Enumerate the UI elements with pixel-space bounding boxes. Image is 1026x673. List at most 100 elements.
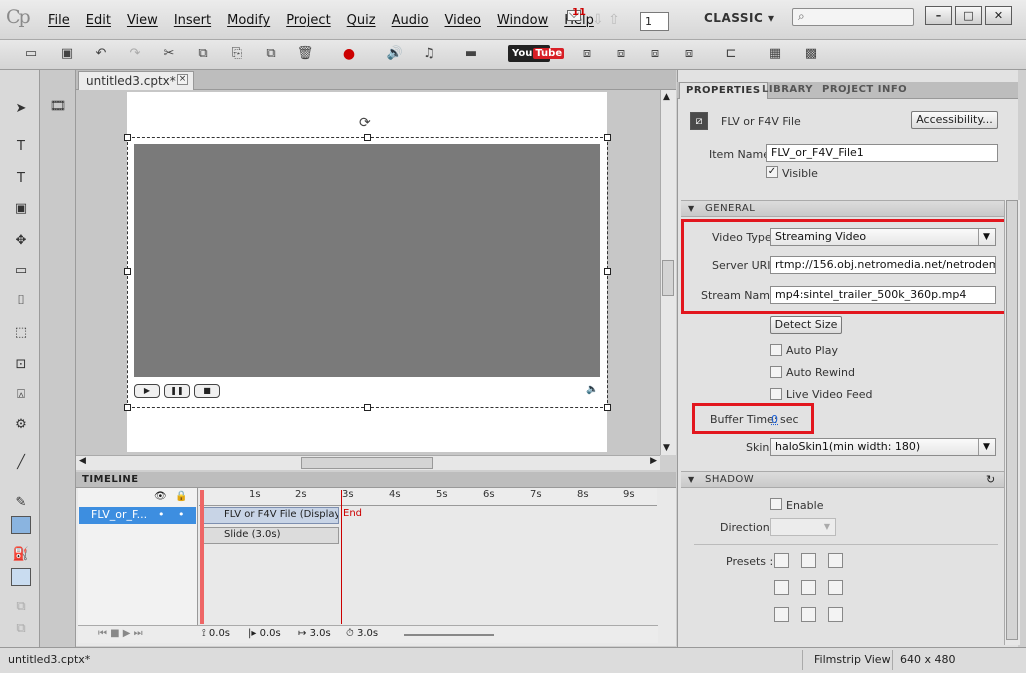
timeline-track-slide[interactable]: Slide (3.0s) [201,527,339,544]
redo-icon[interactable]: ↷ [126,46,144,62]
default-colors-icon[interactable]: ⧉ [11,620,31,638]
scroll-thumb[interactable] [1006,200,1018,640]
preset-swatch[interactable] [801,580,816,595]
open-icon[interactable]: ▭ [22,46,40,62]
rollover-area-icon[interactable]: ⬚ [11,324,31,342]
visible-checkbox[interactable]: ✓ [766,166,778,178]
send-backward-icon[interactable]: ⧈ [612,46,630,62]
page-number-input[interactable]: 1 [640,12,669,31]
properties-scrollbar[interactable] [1004,200,1020,645]
scroll-down-icon[interactable]: ▼ [663,443,670,453]
resize-handle[interactable] [604,404,611,411]
widget-icon[interactable]: ⚙ [11,416,31,434]
workspace-switcher[interactable]: CLASSIC ▾ [704,11,774,25]
resize-handle[interactable] [124,134,131,141]
resize-handle[interactable] [604,268,611,275]
shadow-enable-checkbox[interactable] [770,498,782,510]
scroll-left-icon[interactable]: ◀ [79,456,86,466]
menu-edit[interactable]: Edit [86,13,111,28]
stage-horizontal-scrollbar[interactable]: ◀ ▶ [76,455,660,470]
tab-properties[interactable]: PROPERTIES [679,82,768,99]
menu-video[interactable]: Video [445,13,481,28]
menu-insert[interactable]: Insert [174,13,211,28]
highlight-box-icon[interactable]: ▣ [11,200,31,218]
mouse-icon[interactable]: ⍓ [11,386,31,404]
stage-vertical-scrollbar[interactable]: ▲ ▼ [660,90,676,455]
youtube-button[interactable]: You Tube [508,45,565,62]
auto-play-checkbox[interactable] [770,344,782,356]
search-input[interactable]: ⌕ [792,8,914,26]
nav-arrows-icon[interactable]: ⇩ ⇧ [592,12,620,28]
zoom-area-icon[interactable]: ⊡ [11,356,31,374]
resize-handle[interactable] [604,134,611,141]
selection-tool-icon[interactable]: ➤ [11,100,31,118]
text-entry-icon[interactable]: ⌷ [11,292,31,310]
grid-icon[interactable]: ▦ [766,46,784,62]
swap-icon[interactable]: ⧉ [11,598,31,616]
snap-grid-icon[interactable]: ▩ [802,46,820,62]
general-section-header[interactable]: GENERAL [681,200,1014,217]
menu-project[interactable]: Project [286,13,330,28]
duplicate-icon[interactable]: ⧉ [262,46,280,62]
resize-handle[interactable] [124,268,131,275]
save-icon[interactable]: ▣ [58,46,76,62]
audio-icon[interactable]: 🔊 [386,46,404,62]
live-feed-checkbox[interactable] [770,388,782,400]
paste-icon[interactable]: ⎘ [228,46,246,62]
close-tab-icon[interactable]: × [177,74,188,85]
resize-handle[interactable] [124,404,131,411]
reset-icon[interactable]: ↻ [986,473,995,486]
menu-window[interactable]: Window [497,13,548,28]
copy-icon[interactable]: ⧉ [194,46,212,62]
resize-handle[interactable] [364,134,371,141]
preset-swatch[interactable] [801,553,816,568]
tab-project-info[interactable]: PROJECT INFO [816,82,913,99]
delete-icon[interactable]: 🗑 [296,46,314,62]
lock-icon[interactable]: 🔒 [175,491,187,502]
cut-icon[interactable]: ✂ [160,46,178,62]
scroll-up-icon[interactable]: ▲ [663,92,670,102]
skin-select[interactable]: haloSkin1(min width: 180) ▼ [770,438,996,456]
video-icon[interactable]: ▬ [462,46,480,62]
rollover-caption-icon[interactable]: T [11,170,31,188]
playhead[interactable] [200,490,204,624]
menu-file[interactable]: File [48,13,70,28]
preset-swatch[interactable] [774,580,789,595]
fill-bucket-icon[interactable]: ⛽ [11,546,31,564]
filmstrip-icon[interactable]: 🎞 [48,98,68,116]
preset-swatch[interactable] [828,607,843,622]
restore-button[interactable]: □ [955,6,982,25]
rewind-icon[interactable]: ⏮ ■ ▶ ⏭ [98,628,143,639]
align-icon[interactable]: ⊏ [722,46,740,62]
scroll-right-icon[interactable]: ▶ [650,456,657,466]
accessibility-button[interactable]: Accessibility... [911,111,998,129]
text-caption-icon[interactable]: T [11,138,31,156]
bring-forward-icon[interactable]: ⧈ [578,46,596,62]
item-name-field[interactable]: FLV_or_F4V_File1 [766,144,998,162]
menu-audio[interactable]: Audio [392,13,429,28]
h-scroll-thumb[interactable] [301,457,433,469]
undo-icon[interactable]: ↶ [92,46,110,62]
zoom-slider[interactable] [404,634,494,636]
eye-icon[interactable]: 👁 [154,491,167,502]
preset-swatch[interactable] [828,553,843,568]
menu-view[interactable]: View [127,13,158,28]
button-icon[interactable]: ▭ [11,262,31,280]
shadow-section-header[interactable]: SHADOW [681,471,1014,488]
record-icon[interactable]: ● [340,46,358,62]
preset-swatch[interactable] [774,607,789,622]
bring-front-icon[interactable]: ⧈ [646,46,664,62]
direction-select[interactable]: ▼ [770,518,836,536]
preset-swatch[interactable] [828,580,843,595]
preset-swatch[interactable] [801,607,816,622]
timeline-track-video[interactable]: FLV or F4V File (Display ... [201,507,339,524]
menu-modify[interactable]: Modify [227,13,270,28]
rotate-handle-icon[interactable]: ⟳ [359,115,371,131]
send-back-icon[interactable]: ⧈ [680,46,698,62]
document-tab[interactable]: untitled3.cptx* × [78,71,194,90]
preset-swatch[interactable] [774,553,789,568]
fill-color-icon[interactable] [11,568,31,586]
tab-library[interactable]: LIBRARY [756,82,819,99]
pencil-icon[interactable]: ✎ [11,494,31,512]
close-button[interactable]: ✕ [985,6,1012,25]
